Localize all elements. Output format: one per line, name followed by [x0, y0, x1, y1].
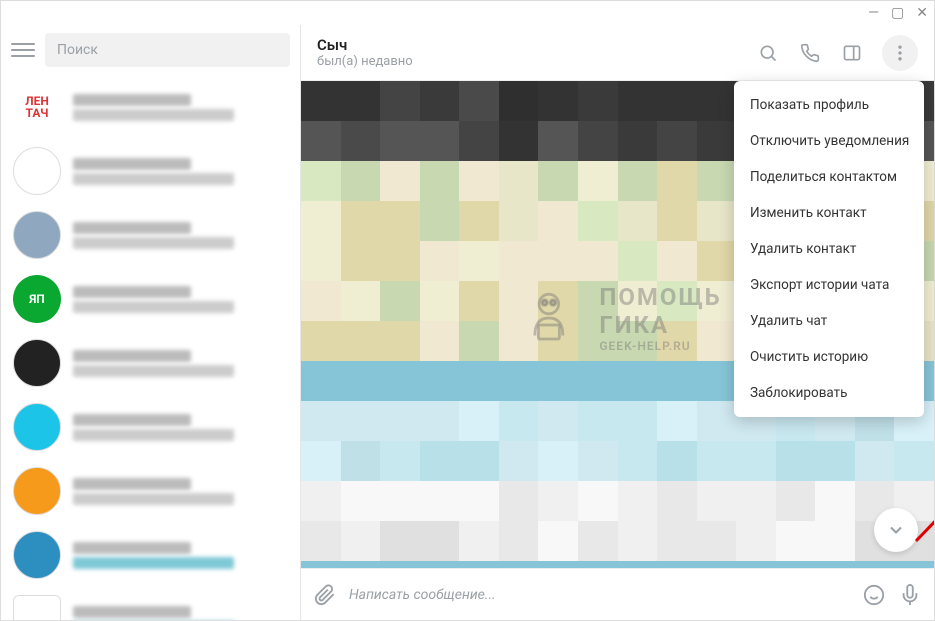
chat-list[interactable]: ЛЕН ТАЧ ЯП	[1, 75, 300, 620]
avatar: ЛЕН ТАЧ	[13, 83, 61, 131]
chat-title: Сыч	[317, 36, 756, 54]
menu-item[interactable]: Очистить историю	[734, 339, 924, 375]
sidebar-toggle-icon[interactable]	[840, 41, 864, 65]
chat-panel: Сыч был(а) недавно	[301, 25, 934, 620]
chat-item-info	[73, 411, 288, 444]
chat-item-info	[73, 155, 288, 188]
sidebar: ЛЕН ТАЧ ЯП	[1, 25, 301, 620]
chat-list-item[interactable]	[1, 203, 300, 267]
menu-item[interactable]: Показать профиль	[734, 87, 924, 123]
chat-header: Сыч был(а) недавно	[301, 25, 934, 81]
chat-item-info	[73, 283, 288, 316]
mic-icon[interactable]	[898, 583, 922, 607]
window-close-button[interactable]: ✕	[916, 5, 928, 21]
menu-item[interactable]: Изменить контакт	[734, 195, 924, 231]
menu-item[interactable]: Заблокировать	[734, 375, 924, 411]
menu-icon[interactable]	[11, 38, 35, 62]
chat-item-info	[73, 603, 288, 621]
chat-item-info	[73, 475, 288, 508]
compose-bar	[301, 568, 934, 620]
menu-item[interactable]: Поделиться контактом	[734, 159, 924, 195]
context-menu: Показать профильОтключить уведомленияПод…	[734, 81, 924, 417]
window-minimize-button[interactable]: —	[868, 5, 879, 21]
chat-item-info	[73, 91, 288, 124]
avatar	[13, 403, 61, 451]
window-maximize-button[interactable]: ▢	[891, 5, 904, 21]
more-icon[interactable]	[882, 35, 918, 71]
chat-list-item[interactable]: ЯП	[1, 267, 300, 331]
chat-list-item[interactable]	[1, 331, 300, 395]
chat-list-item[interactable]: ЛЕН ТАЧ	[1, 75, 300, 139]
chat-list-item[interactable]	[1, 395, 300, 459]
window-titlebar: — ▢ ✕	[1, 1, 934, 25]
avatar	[13, 147, 61, 195]
attach-icon[interactable]	[313, 583, 337, 607]
chat-list-item[interactable]	[1, 139, 300, 203]
compose-input[interactable]	[349, 587, 850, 603]
avatar	[13, 211, 61, 259]
avatar: ЯП	[13, 275, 61, 323]
menu-item[interactable]: Удалить чат	[734, 303, 924, 339]
call-icon[interactable]	[798, 41, 822, 65]
menu-item[interactable]: Экспорт истории чата	[734, 267, 924, 303]
menu-item[interactable]: Отключить уведомления	[734, 123, 924, 159]
chat-item-info	[73, 219, 288, 252]
avatar	[13, 467, 61, 515]
avatar	[13, 595, 61, 620]
avatar	[13, 531, 61, 579]
scroll-down-button[interactable]	[874, 508, 918, 552]
search-input[interactable]	[57, 42, 278, 58]
chat-item-info	[73, 347, 288, 380]
search-field[interactable]	[45, 33, 290, 67]
chat-list-item[interactable]	[1, 459, 300, 523]
chat-list-item[interactable]	[1, 523, 300, 587]
chat-item-info	[73, 539, 288, 572]
menu-item[interactable]: Удалить контакт	[734, 231, 924, 267]
chat-list-item[interactable]	[1, 587, 300, 620]
search-icon[interactable]	[756, 41, 780, 65]
avatar	[13, 339, 61, 387]
emoji-icon[interactable]	[862, 583, 886, 607]
chat-status: был(а) недавно	[317, 54, 756, 69]
